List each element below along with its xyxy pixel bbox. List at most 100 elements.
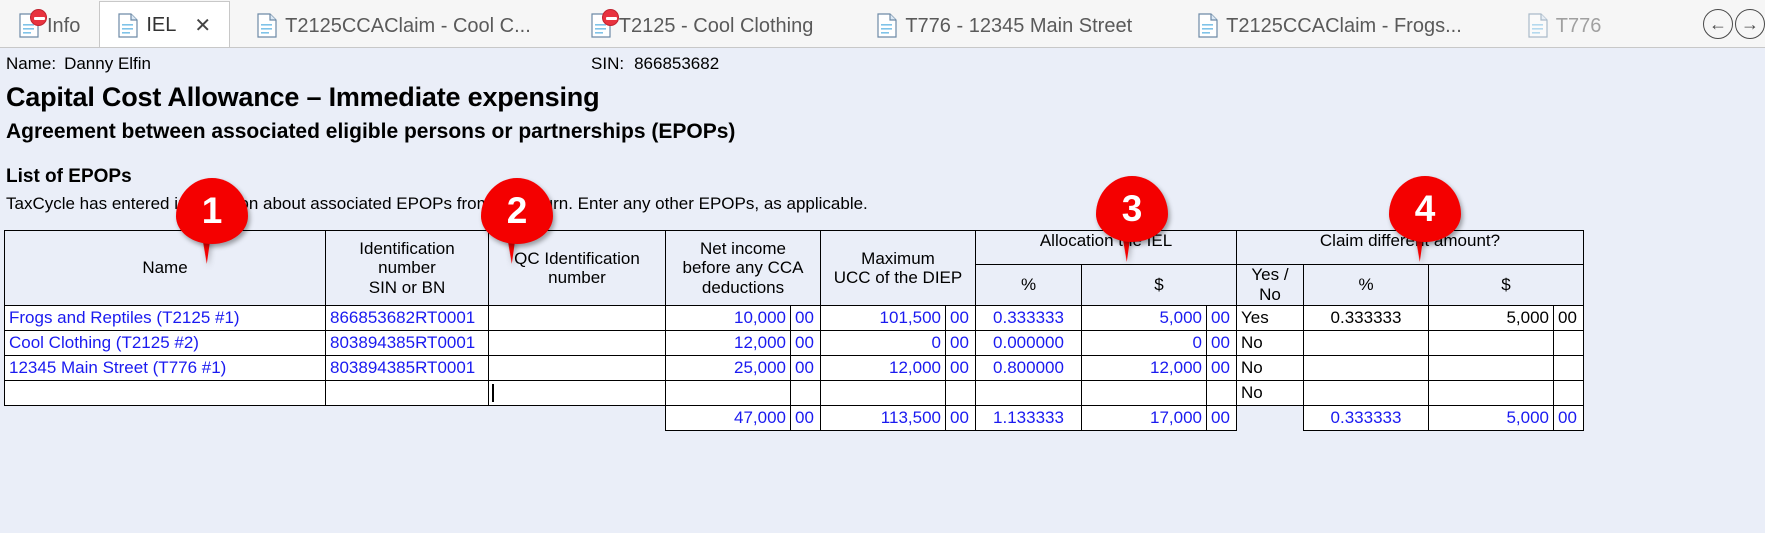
cell-max-ucc-cents[interactable]: 00 bbox=[945, 305, 976, 331]
col-header-allocation-percent: % bbox=[975, 264, 1082, 306]
cell-yes-no[interactable]: No bbox=[1236, 380, 1304, 406]
cell-net-income-cents[interactable] bbox=[790, 380, 821, 406]
tab-iel[interactable]: IEL ✕ bbox=[99, 1, 231, 47]
cell-qc-identification-number[interactable] bbox=[488, 355, 666, 381]
cell-qc-identification-number[interactable] bbox=[488, 330, 666, 356]
cell-net-income-cents[interactable]: 00 bbox=[790, 355, 821, 381]
cell-claim-dollar[interactable] bbox=[1428, 380, 1554, 406]
cell-claim-percent[interactable] bbox=[1303, 355, 1429, 381]
tab-label: T2125 - Cool Clothing bbox=[618, 14, 814, 37]
table-row[interactable]: No bbox=[4, 380, 1584, 406]
totals-spacer-id bbox=[325, 405, 489, 431]
cell-identification-number[interactable]: 866853682RT0001 bbox=[325, 305, 489, 331]
cell-max-ucc-cents[interactable]: 00 bbox=[945, 330, 976, 356]
cell-allocation-dollar-cents[interactable]: 00 bbox=[1206, 330, 1237, 356]
cell-claim-dollar[interactable] bbox=[1428, 330, 1554, 356]
totals-max-ucc-cents: 00 bbox=[945, 405, 976, 431]
table-row[interactable]: 12345 Main Street (T776 #1) 803894385RT0… bbox=[4, 355, 1584, 381]
cell-allocation-dollar-cents[interactable] bbox=[1206, 380, 1237, 406]
col-header-group-claim-different-amount: Claim different amount? bbox=[1236, 230, 1584, 265]
col-header-claim-percent: % bbox=[1303, 264, 1429, 306]
taxpayer-identification-line: Name: Danny Elfin SIN: 866853682 bbox=[0, 48, 1765, 76]
cell-allocation-dollar[interactable]: 0 bbox=[1081, 330, 1207, 356]
cell-max-ucc-cents[interactable] bbox=[945, 380, 976, 406]
totals-spacer-qc bbox=[488, 405, 666, 431]
cell-claim-percent[interactable]: 0.333333 bbox=[1303, 305, 1429, 331]
cell-allocation-percent[interactable]: 0.000000 bbox=[975, 330, 1082, 356]
cell-identification-number[interactable] bbox=[325, 380, 489, 406]
col-header-maximum-ucc-diep: Maximum UCC of the DIEP bbox=[820, 230, 976, 306]
tab-t2125-cool-clothing[interactable]: T2125 - Cool Clothing bbox=[550, 3, 833, 47]
cell-yes-no[interactable]: No bbox=[1236, 355, 1304, 381]
totals-allocation-percent: 1.133333 bbox=[975, 405, 1082, 431]
tab-navigation-buttons: ← → bbox=[1697, 4, 1765, 44]
cell-claim-dollar-cents[interactable] bbox=[1553, 330, 1584, 356]
cell-yes-no[interactable]: No bbox=[1236, 330, 1304, 356]
cell-allocation-percent[interactable]: 0.800000 bbox=[975, 355, 1082, 381]
cell-claim-percent[interactable] bbox=[1303, 380, 1429, 406]
totals-spacer-yes-no bbox=[1236, 405, 1304, 431]
tab-info[interactable]: Info bbox=[0, 3, 99, 47]
close-icon[interactable]: ✕ bbox=[194, 13, 211, 38]
cell-allocation-dollar-cents[interactable]: 00 bbox=[1206, 355, 1237, 381]
cell-claim-percent[interactable] bbox=[1303, 330, 1429, 356]
totals-claim-dollar-cents: 00 bbox=[1553, 405, 1584, 431]
cell-net-income-cents[interactable]: 00 bbox=[790, 330, 821, 356]
tab-t776-partial[interactable]: T776 bbox=[1481, 3, 1621, 47]
cell-yes-no[interactable]: Yes bbox=[1236, 305, 1304, 331]
cell-allocation-percent[interactable]: 0.333333 bbox=[975, 305, 1082, 331]
tab-t776-12345-main-street[interactable]: T776 - 12345 Main Street bbox=[832, 3, 1151, 47]
cell-claim-dollar[interactable]: 5,000 bbox=[1428, 305, 1554, 331]
page-title: Capital Cost Allowance – Immediate expen… bbox=[6, 82, 600, 112]
document-error-icon bbox=[19, 9, 47, 38]
totals-allocation-dollar-cents: 00 bbox=[1206, 405, 1237, 431]
cell-net-income-cents[interactable]: 00 bbox=[790, 305, 821, 331]
section-heading-list-of-epops: List of EPOPs bbox=[6, 166, 132, 187]
epop-table: Name Identification number SIN or BN QC … bbox=[4, 230, 1584, 431]
cell-net-income[interactable] bbox=[665, 380, 791, 406]
cell-name[interactable]: Frogs and Reptiles (T2125 #1) bbox=[4, 305, 326, 331]
cell-qc-identification-number[interactable] bbox=[488, 305, 666, 331]
table-row[interactable]: Frogs and Reptiles (T2125 #1) 866853682R… bbox=[4, 305, 1584, 331]
document-icon bbox=[877, 13, 897, 38]
table-row[interactable]: Cool Clothing (T2125 #2) 803894385RT0001… bbox=[4, 330, 1584, 356]
tab-t2125ccaclaim-frogs[interactable]: T2125CCAClaim - Frogs... bbox=[1151, 3, 1481, 47]
iel-form-page: Name: Danny Elfin SIN: 866853682 Capital… bbox=[0, 48, 1765, 533]
arrow-left-circle-icon[interactable]: ← bbox=[1703, 9, 1733, 39]
cell-max-ucc[interactable]: 12,000 bbox=[820, 355, 946, 381]
cell-name[interactable] bbox=[4, 380, 326, 406]
cell-allocation-dollar-cents[interactable]: 00 bbox=[1206, 305, 1237, 331]
name-value: Danny Elfin bbox=[64, 54, 152, 73]
cell-name[interactable]: 12345 Main Street (T776 #1) bbox=[4, 355, 326, 381]
cell-max-ucc-cents[interactable]: 00 bbox=[945, 355, 976, 381]
cell-qc-identification-number[interactable] bbox=[488, 380, 666, 406]
cell-name[interactable]: Cool Clothing (T2125 #2) bbox=[4, 330, 326, 356]
cell-claim-dollar-cents[interactable]: 00 bbox=[1553, 305, 1584, 331]
col-header-net-income: Net income before any CCA deductions bbox=[665, 230, 821, 306]
cell-claim-dollar[interactable] bbox=[1428, 355, 1554, 381]
cell-net-income[interactable]: 10,000 bbox=[665, 305, 791, 331]
cell-claim-dollar-cents[interactable] bbox=[1553, 380, 1584, 406]
cell-max-ucc[interactable]: 101,500 bbox=[820, 305, 946, 331]
cell-max-ucc[interactable]: 0 bbox=[820, 330, 946, 356]
cell-allocation-dollar[interactable]: 5,000 bbox=[1081, 305, 1207, 331]
cell-max-ucc[interactable] bbox=[820, 380, 946, 406]
cell-identification-number[interactable]: 803894385RT0001 bbox=[325, 355, 489, 381]
cell-claim-dollar-cents[interactable] bbox=[1553, 355, 1584, 381]
col-header-identification-number: Identification number SIN or BN bbox=[325, 230, 489, 306]
arrow-right-circle-icon[interactable]: → bbox=[1735, 9, 1765, 39]
tab-label: T776 bbox=[1555, 14, 1602, 37]
cell-allocation-percent[interactable] bbox=[975, 380, 1082, 406]
cell-net-income[interactable]: 25,000 bbox=[665, 355, 791, 381]
tab-label: Info bbox=[47, 14, 81, 37]
document-icon bbox=[1198, 13, 1218, 38]
cell-allocation-dollar[interactable]: 12,000 bbox=[1081, 355, 1207, 381]
totals-max-ucc: 113,500 bbox=[820, 405, 946, 431]
col-header-claim-dollar: $ bbox=[1428, 264, 1584, 306]
cell-net-income[interactable]: 12,000 bbox=[665, 330, 791, 356]
tab-t2125ccaclaim-cool-clothing[interactable]: T2125CCAClaim - Cool C... bbox=[230, 3, 550, 47]
totals-net-income: 47,000 bbox=[665, 405, 791, 431]
cell-identification-number[interactable]: 803894385RT0001 bbox=[325, 330, 489, 356]
sin-label: SIN: bbox=[591, 54, 625, 73]
cell-allocation-dollar[interactable] bbox=[1081, 380, 1207, 406]
